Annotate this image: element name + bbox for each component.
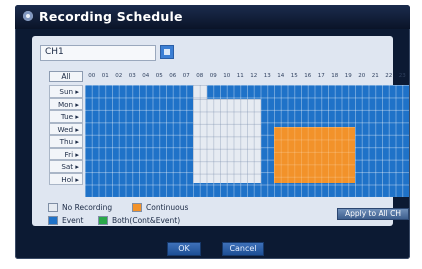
- event-swatch: [48, 216, 58, 225]
- legend-event: Event: [48, 216, 84, 225]
- legend-no-recording: No Recording: [48, 203, 112, 212]
- hour-label[interactable]: 21: [369, 70, 383, 83]
- dialog-title: Recording Schedule: [39, 9, 183, 24]
- dropdown-icon: [164, 49, 170, 55]
- hour-label[interactable]: 17: [315, 70, 329, 83]
- no-recording-block[interactable]: [193, 99, 261, 183]
- schedule-grid[interactable]: [85, 85, 409, 197]
- apply-to-all-channels-button[interactable]: Apply to All CH: [337, 208, 409, 220]
- hour-label[interactable]: 04: [139, 70, 153, 83]
- hour-label[interactable]: 16: [301, 70, 315, 83]
- hour-label[interactable]: 11: [234, 70, 248, 83]
- select-all-button[interactable]: All: [49, 71, 83, 82]
- hour-label[interactable]: 05: [153, 70, 167, 83]
- ok-button[interactable]: OK: [167, 242, 201, 256]
- continuous-block[interactable]: [274, 127, 355, 183]
- day-row-label[interactable]: Fri ▸: [49, 147, 83, 160]
- legend-both: Both(Cont&Event): [98, 216, 180, 225]
- hour-label[interactable]: 13: [261, 70, 275, 83]
- legend-label: Continuous: [146, 203, 189, 212]
- legend-label: No Recording: [62, 203, 113, 212]
- hour-label[interactable]: 03: [126, 70, 140, 83]
- day-column: Sun ▸ Mon ▸ Tue ▸ Wed ▸ Thu ▸ Fri ▸ Sat ▸ Hol ▸: [49, 85, 83, 185]
- channel-value: CH1: [45, 47, 64, 57]
- legend-label: Event: [62, 216, 84, 225]
- channel-dropdown-button[interactable]: [160, 45, 174, 59]
- hour-label[interactable]: 02: [112, 70, 126, 83]
- continuous-swatch: [132, 203, 142, 212]
- day-row-label[interactable]: Tue ▸: [49, 110, 83, 123]
- both-swatch: [98, 216, 108, 225]
- day-row-label[interactable]: Wed ▸: [49, 122, 83, 135]
- cancel-button[interactable]: Cancel: [222, 242, 264, 256]
- hour-label[interactable]: 20: [355, 70, 369, 83]
- day-row-label[interactable]: Hol ▸: [49, 172, 83, 185]
- hour-header: 00 01 02 03 04 05 06 07 08 09 10 11 12 13 14 15 16 17 18 19…: [85, 70, 409, 83]
- no-recording-swatch: [48, 203, 58, 212]
- channel-select[interactable]: CH1: [40, 45, 156, 61]
- no-recording-block[interactable]: [193, 85, 207, 99]
- hour-label[interactable]: 19: [342, 70, 356, 83]
- app-icon: [23, 11, 33, 21]
- hour-label[interactable]: 22: [382, 70, 396, 83]
- hour-label[interactable]: 12: [247, 70, 261, 83]
- day-row-label[interactable]: Thu ▸: [49, 135, 83, 148]
- hour-label[interactable]: 18: [328, 70, 342, 83]
- hour-label[interactable]: 09: [207, 70, 221, 83]
- legend: No Recording Continuous Event Both(Cont&…: [48, 203, 348, 233]
- day-row-label[interactable]: Sun ▸: [49, 85, 83, 98]
- title-bar: Recording Schedule: [15, 5, 410, 29]
- hour-label[interactable]: 06: [166, 70, 180, 83]
- hour-label[interactable]: 08: [193, 70, 207, 83]
- hour-label[interactable]: 14: [274, 70, 288, 83]
- hour-label[interactable]: 15: [288, 70, 302, 83]
- hour-label[interactable]: 10: [220, 70, 234, 83]
- legend-continuous: Continuous: [132, 203, 188, 212]
- day-row-label[interactable]: Mon ▸: [49, 97, 83, 110]
- hour-label[interactable]: 01: [99, 70, 113, 83]
- legend-label: Both(Cont&Event): [112, 216, 181, 225]
- recording-schedule-dialog: Recording Schedule CH1 All 00 01 02 03 04 05 0…: [15, 5, 410, 259]
- hour-label[interactable]: 07: [180, 70, 194, 83]
- hour-label[interactable]: 23: [396, 70, 410, 83]
- day-row-label[interactable]: Sat ▸: [49, 160, 83, 173]
- hour-label[interactable]: 00: [85, 70, 99, 83]
